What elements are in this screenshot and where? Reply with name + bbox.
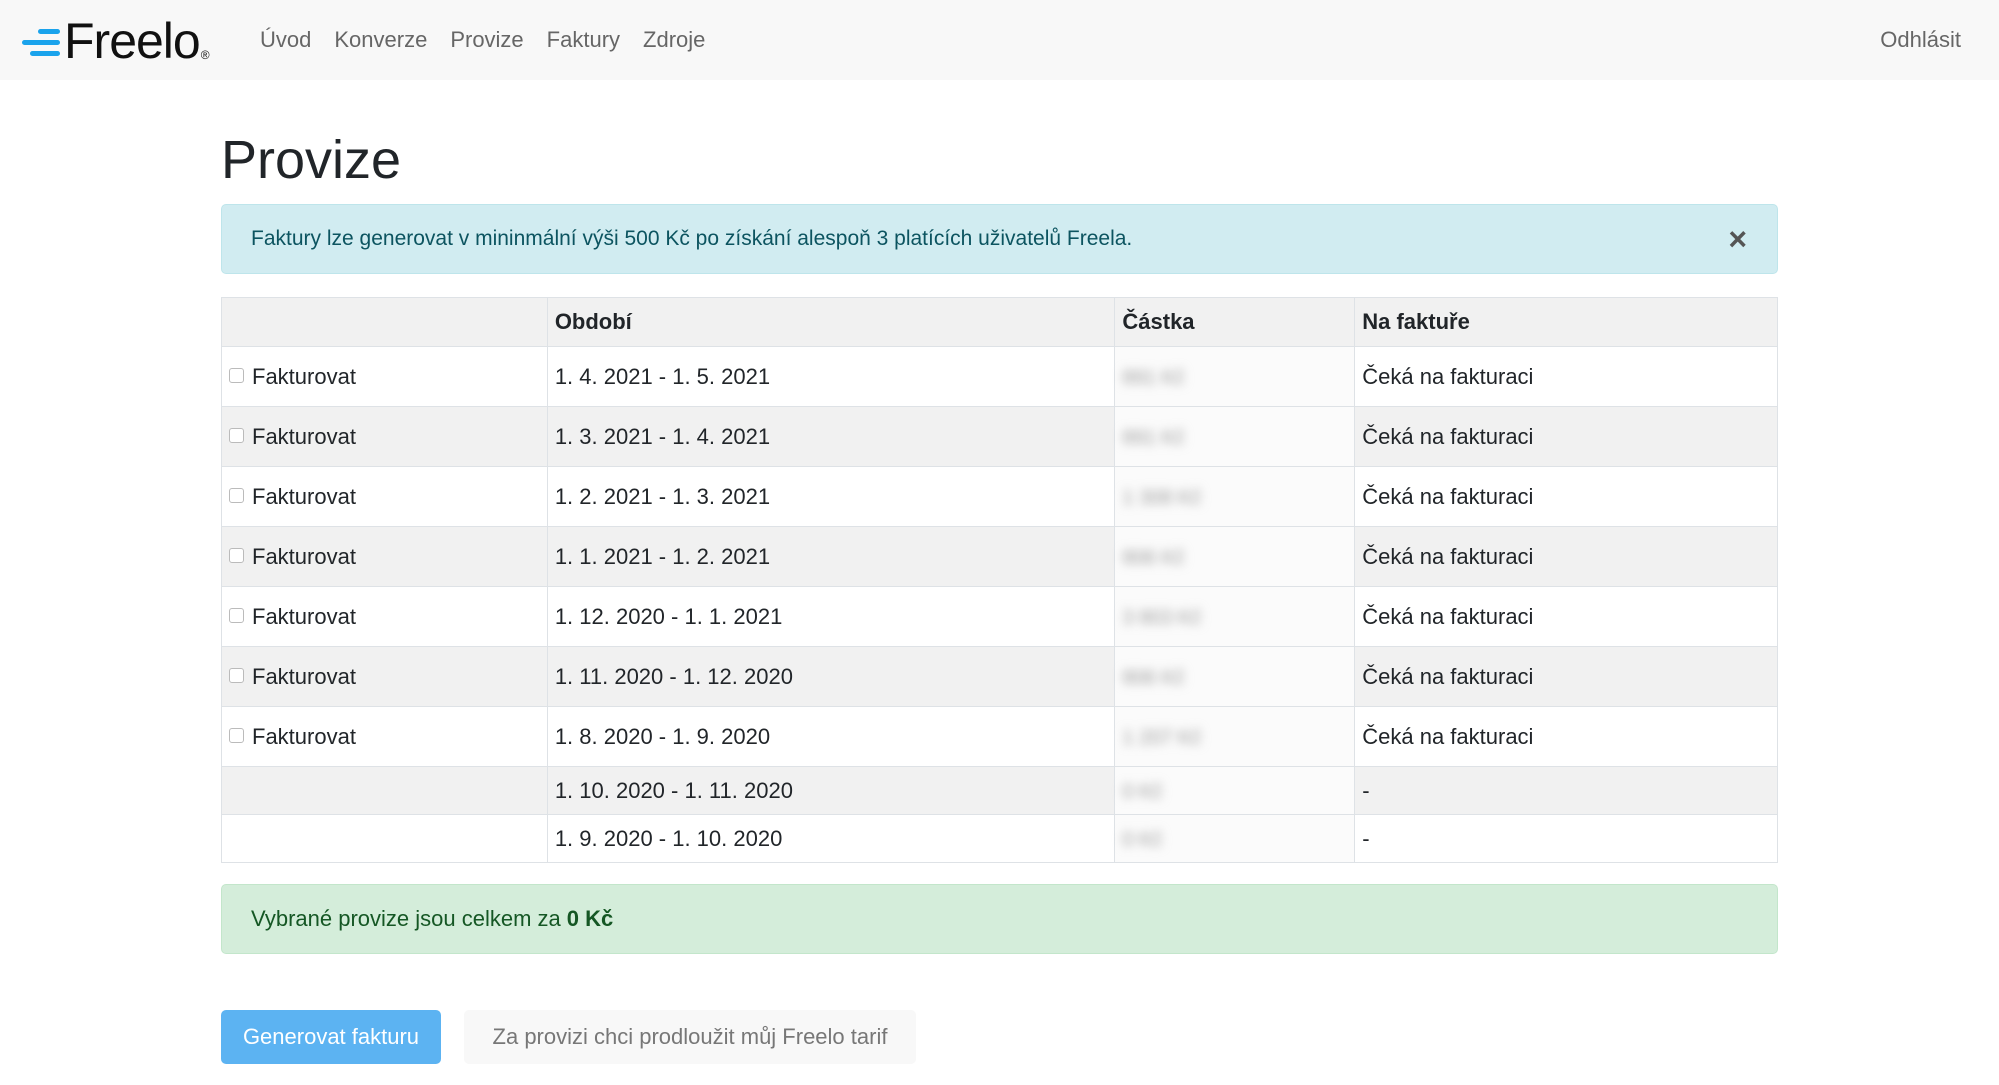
- registered-mark: ®: [200, 48, 210, 62]
- checkbox-label[interactable]: Fakturovat: [252, 484, 356, 509]
- amount-value: 891 Kč: [1122, 366, 1185, 389]
- amount-value: 1 308 Kč: [1122, 486, 1202, 509]
- table-row: Fakturovat 1. 1. 2021 - 1. 2. 2021 806 K…: [221, 526, 1778, 587]
- logo-lines-icon: [22, 21, 60, 61]
- nav-item-konverze[interactable]: Konverze: [334, 25, 427, 55]
- amount-value: 1 207 Kč: [1122, 726, 1202, 749]
- freelo-logo[interactable]: Freelo ®: [22, 13, 210, 69]
- period-cell: 1. 11. 2020 - 1. 12. 2020: [546, 646, 1116, 707]
- logo-wordmark: Freelo: [64, 13, 201, 69]
- amount-cell: 1 207 Kč: [1114, 706, 1356, 767]
- invoice-checkbox[interactable]: [229, 668, 244, 684]
- checkbox-label[interactable]: Fakturovat: [252, 604, 356, 629]
- generate-invoice-button[interactable]: Generovat fakturu: [221, 1010, 441, 1064]
- summary-alert: Vybrané provize jsou celkem za 0 Kč: [221, 884, 1778, 954]
- invoice-checkbox[interactable]: [229, 608, 244, 624]
- select-cell: Fakturovat: [221, 346, 548, 407]
- table-row: Fakturovat 1. 2. 2021 - 1. 3. 2021 1 308…: [221, 466, 1778, 527]
- checkbox-label[interactable]: Fakturovat: [252, 724, 356, 749]
- table-header-row: Období Částka Na faktuře: [221, 297, 1778, 347]
- amount-cell: 891 Kč: [1114, 406, 1356, 467]
- close-icon[interactable]: ×: [1728, 223, 1747, 255]
- select-cell: [221, 766, 548, 815]
- amount-cell: 806 Kč: [1114, 526, 1356, 587]
- select-cell: Fakturovat: [221, 586, 548, 647]
- header-select: [221, 297, 548, 347]
- amount-value: 891 Kč: [1122, 426, 1185, 449]
- amount-value: 0 Kč: [1122, 780, 1163, 803]
- table-row: Fakturovat 1. 8. 2020 - 1. 9. 2020 1 207…: [221, 706, 1778, 767]
- checkbox-label[interactable]: Fakturovat: [252, 364, 356, 389]
- select-cell: Fakturovat: [221, 706, 548, 767]
- nav-item-provize[interactable]: Provize: [450, 25, 523, 55]
- period-cell: 1. 10. 2020 - 1. 11. 2020: [546, 766, 1116, 815]
- page-title: Provize: [221, 130, 402, 190]
- header-invoice-status: Na faktuře: [1354, 297, 1778, 347]
- nav-item-uvod[interactable]: Úvod: [260, 25, 311, 55]
- table-row: Fakturovat 1. 3. 2021 - 1. 4. 2021 891 K…: [221, 406, 1778, 467]
- header-period: Období: [546, 297, 1116, 347]
- amount-value: 0 Kč: [1122, 828, 1163, 851]
- nav-item-faktury[interactable]: Faktury: [547, 25, 620, 55]
- header-amount: Částka: [1114, 297, 1356, 347]
- summary-text: Vybrané provize jsou celkem za: [251, 906, 561, 931]
- top-navbar: Freelo ® Úvod Konverze Provize Faktury Z…: [0, 0, 1999, 80]
- select-cell: [221, 814, 548, 863]
- checkbox-label[interactable]: Fakturovat: [252, 544, 356, 569]
- checkbox-label[interactable]: Fakturovat: [252, 664, 356, 689]
- checkbox-label[interactable]: Fakturovat: [252, 424, 356, 449]
- status-cell: Čeká na fakturaci: [1354, 466, 1778, 527]
- period-cell: 1. 3. 2021 - 1. 4. 2021: [546, 406, 1116, 467]
- amount-cell: 0 Kč: [1114, 814, 1356, 863]
- table-row: 1. 10. 2020 - 1. 11. 2020 0 Kč -: [221, 766, 1778, 815]
- amount-cell: 1 308 Kč: [1114, 466, 1356, 527]
- table-row: 1. 9. 2020 - 1. 10. 2020 0 Kč -: [221, 814, 1778, 863]
- amount-cell: 3 803 Kč: [1114, 586, 1356, 647]
- select-cell: Fakturovat: [221, 466, 548, 527]
- amount-cell: 0 Kč: [1114, 766, 1356, 815]
- extend-tariff-button[interactable]: Za provizi chci prodloužit můj Freelo ta…: [464, 1010, 916, 1064]
- summary-total: 0 Kč: [566, 906, 614, 931]
- status-cell: -: [1354, 766, 1778, 815]
- amount-value: 806 Kč: [1122, 546, 1185, 569]
- period-cell: 1. 8. 2020 - 1. 9. 2020: [546, 706, 1116, 767]
- period-cell: 1. 1. 2021 - 1. 2. 2021: [546, 526, 1116, 587]
- main-nav: Úvod Konverze Provize Faktury Zdroje: [260, 25, 728, 55]
- info-alert: Faktury lze generovat v mininmální výši …: [221, 204, 1778, 274]
- status-cell: Čeká na fakturaci: [1354, 706, 1778, 767]
- period-cell: 1. 12. 2020 - 1. 1. 2021: [546, 586, 1116, 647]
- logout-link[interactable]: Odhlásit: [1880, 25, 1961, 55]
- select-cell: Fakturovat: [221, 526, 548, 587]
- amount-cell: 806 Kč: [1114, 646, 1356, 707]
- commissions-table: Období Částka Na faktuře Fakturovat 1. 4…: [221, 297, 1778, 863]
- status-cell: Čeká na fakturaci: [1354, 346, 1778, 407]
- nav-item-zdroje[interactable]: Zdroje: [643, 25, 705, 55]
- status-cell: Čeká na fakturaci: [1354, 586, 1778, 647]
- select-cell: Fakturovat: [221, 406, 548, 467]
- table-row: Fakturovat 1. 11. 2020 - 1. 12. 2020 806…: [221, 646, 1778, 707]
- status-cell: Čeká na fakturaci: [1354, 406, 1778, 467]
- amount-value: 806 Kč: [1122, 666, 1185, 689]
- status-cell: Čeká na fakturaci: [1354, 646, 1778, 707]
- period-cell: 1. 2. 2021 - 1. 3. 2021: [546, 466, 1116, 527]
- status-cell: -: [1354, 814, 1778, 863]
- amount-cell: 891 Kč: [1114, 346, 1356, 407]
- table-row: Fakturovat 1. 4. 2021 - 1. 5. 2021 891 K…: [221, 346, 1778, 407]
- invoice-checkbox[interactable]: [229, 368, 244, 384]
- period-cell: 1. 9. 2020 - 1. 10. 2020: [546, 814, 1116, 863]
- invoice-checkbox[interactable]: [229, 728, 244, 744]
- amount-value: 3 803 Kč: [1122, 606, 1202, 629]
- select-cell: Fakturovat: [221, 646, 548, 707]
- invoice-checkbox[interactable]: [229, 488, 244, 504]
- period-cell: 1. 4. 2021 - 1. 5. 2021: [546, 346, 1116, 407]
- table-row: Fakturovat 1. 12. 2020 - 1. 1. 2021 3 80…: [221, 586, 1778, 647]
- invoice-checkbox[interactable]: [229, 428, 244, 444]
- info-alert-text: Faktury lze generovat v mininmální výši …: [251, 227, 1133, 250]
- status-cell: Čeká na fakturaci: [1354, 526, 1778, 587]
- invoice-checkbox[interactable]: [229, 548, 244, 564]
